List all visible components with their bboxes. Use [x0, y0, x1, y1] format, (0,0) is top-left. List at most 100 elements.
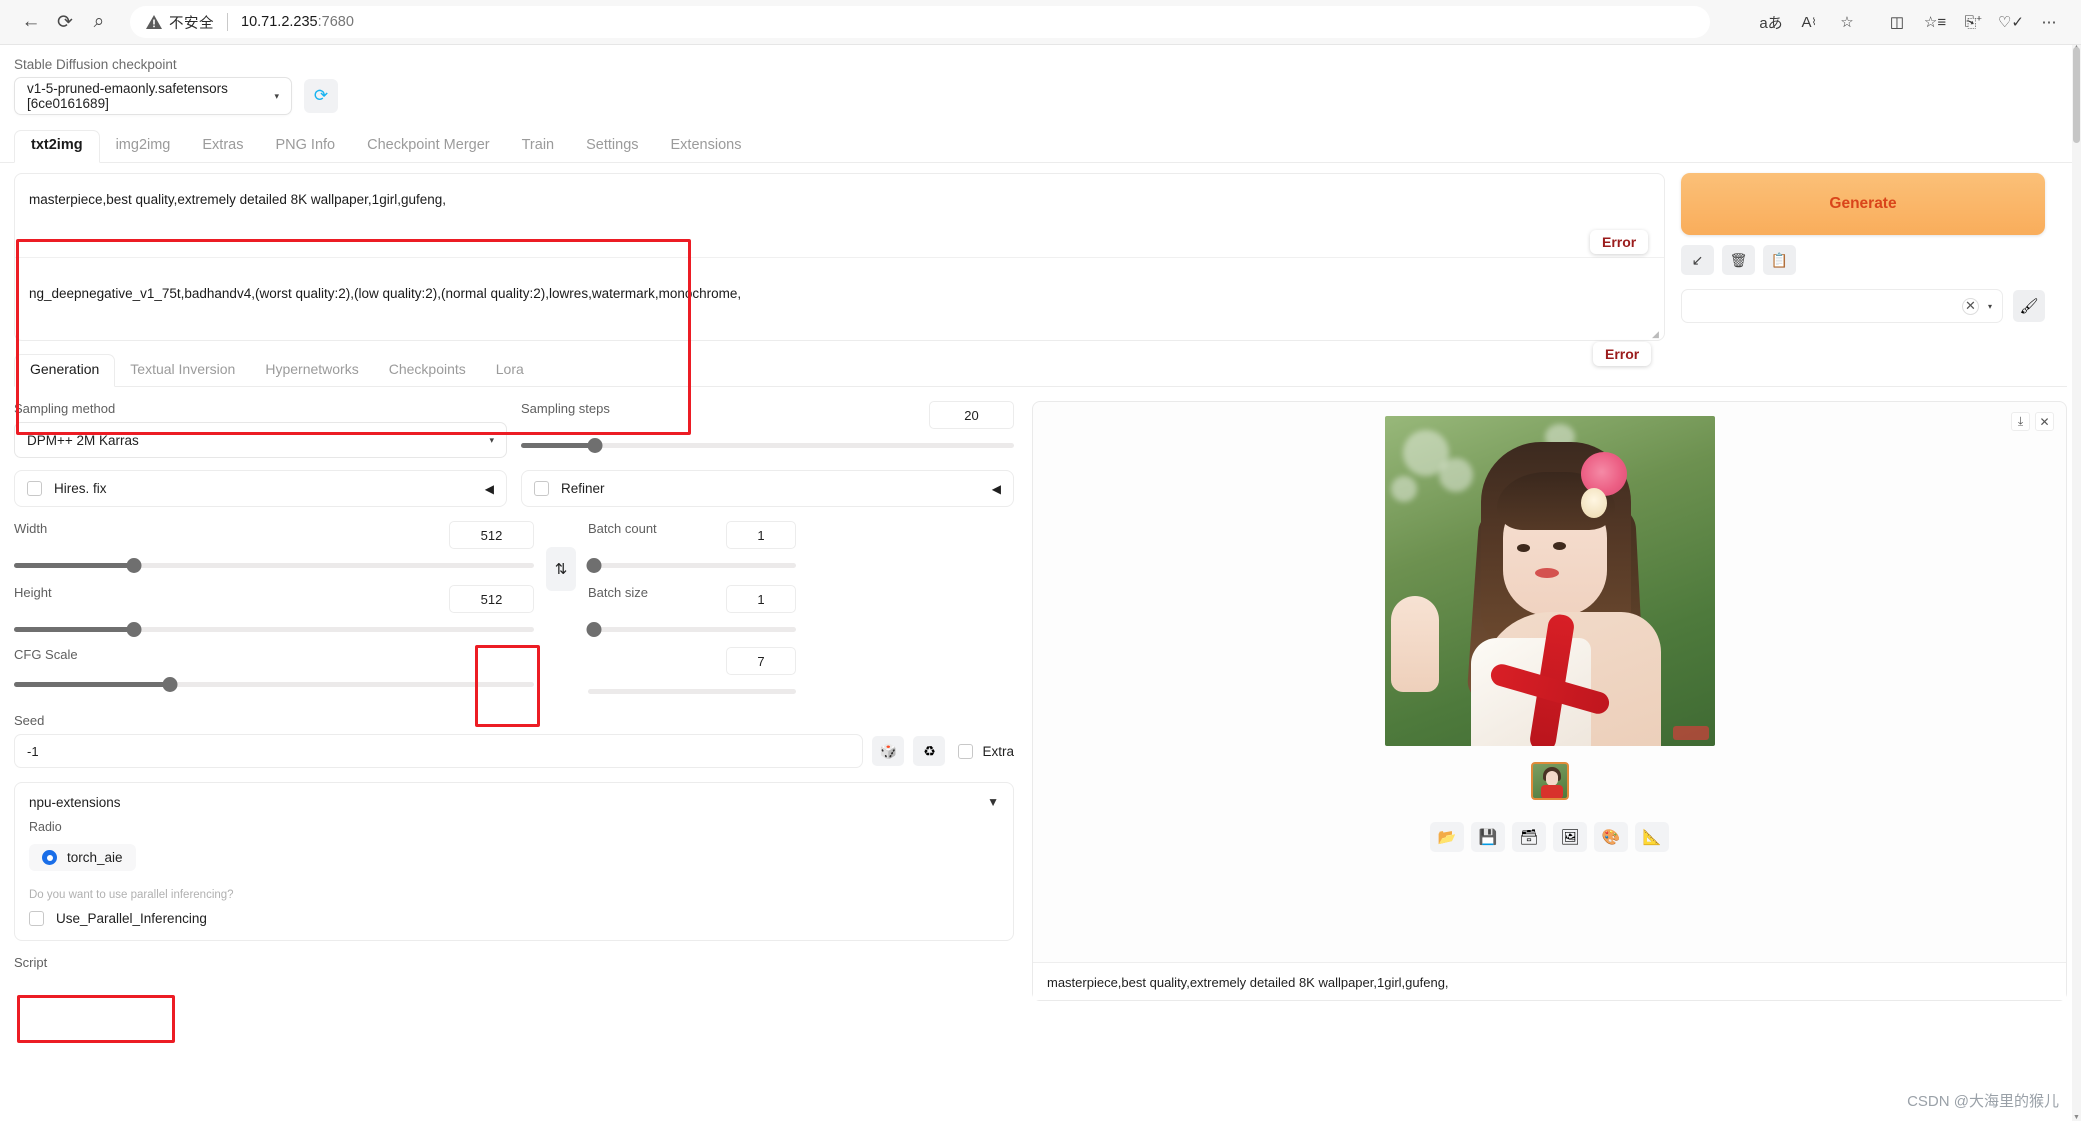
subtab-textual-inversion[interactable]: Textual Inversion — [115, 355, 250, 386]
paste-arrow-icon[interactable]: ↙ — [1681, 245, 1714, 275]
batch-count-slider[interactable] — [586, 557, 796, 573]
browser-toolbar: ← ⟳ ⌕ 不安全 10.71.2.235:7680 aあ A ⌇ ☆ ◫ ☆≡ … — [0, 0, 2081, 45]
sampling-method-label: Sampling method — [14, 401, 116, 416]
width-slider[interactable] — [14, 557, 534, 573]
folder-icon[interactable]: 📂 — [1430, 822, 1464, 852]
refiner-panel[interactable]: Refiner ◀ — [521, 470, 1014, 507]
refresh-icon[interactable]: ⟳ — [304, 79, 338, 113]
slider-knob[interactable] — [586, 558, 602, 573]
styles-select[interactable]: ✕ ▾ — [1681, 289, 2003, 323]
checkpoint-select[interactable]: v1-5-pruned-emaonly.safetensors [6ce0161… — [14, 77, 292, 115]
url-divider — [227, 13, 228, 31]
download-icon[interactable]: ⤓ — [2011, 412, 2030, 431]
extra-toggle[interactable]: Extra — [958, 743, 1014, 759]
close-x-icon[interactable]: ✕ — [2035, 412, 2054, 431]
tab-checkpoint-merger[interactable]: Checkpoint Merger — [351, 131, 506, 162]
slider-knob[interactable] — [162, 677, 178, 692]
slider-fill — [14, 682, 170, 687]
sampling-steps-slider[interactable] — [521, 437, 1014, 453]
width-input[interactable]: 512 — [449, 521, 534, 549]
subtab-generation[interactable]: Generation — [14, 354, 116, 387]
tab-extensions[interactable]: Extensions — [655, 131, 758, 162]
send-to-img2img-icon[interactable]: 🖼 — [1553, 822, 1587, 852]
batch-count-input[interactable]: 1 — [726, 521, 796, 549]
tab-txt2img[interactable]: txt2img — [14, 130, 100, 163]
address-bar[interactable]: 不安全 10.71.2.235:7680 — [130, 6, 1710, 38]
refiner-checkbox[interactable] — [534, 481, 549, 496]
send-to-inpaint-icon[interactable]: 🎨 — [1594, 822, 1628, 852]
scroll-down-arrow-icon[interactable]: ▼ — [2073, 1114, 2080, 1121]
height-slider[interactable] — [14, 621, 534, 637]
reload-icon[interactable]: ⟳ — [48, 5, 82, 39]
slider-knob[interactable] — [587, 438, 603, 453]
slider-fill — [14, 627, 134, 632]
fix-refiner-row: Hires. fix ◀ Refiner ◀ — [14, 458, 1014, 507]
recycle-icon[interactable]: ♻ — [913, 736, 946, 766]
batch-size-input[interactable]: 1 — [726, 585, 796, 613]
trash-icon[interactable]: 🗑 — [1722, 245, 1755, 275]
height-input[interactable]: 512 — [449, 585, 534, 613]
slider-knob[interactable] — [586, 622, 602, 637]
seed-label: Seed — [14, 713, 45, 728]
image-stage — [1033, 402, 2066, 746]
collapse-triangle-icon[interactable]: ◀ — [485, 482, 494, 496]
clipboard-icon[interactable]: 📋 — [1763, 245, 1796, 275]
collapse-triangle-icon[interactable]: ◀ — [992, 482, 1001, 496]
cfg-input[interactable]: 7 — [726, 647, 796, 675]
scrollbar-thumb[interactable] — [2073, 47, 2080, 143]
slider-knob[interactable] — [126, 622, 142, 637]
add-to-favorites-icon[interactable]: ⎘⁺ — [1955, 6, 1991, 38]
settings-more-icon[interactable]: ⋯ — [2031, 6, 2067, 38]
cfg-slider[interactable] — [14, 676, 534, 692]
tab-settings[interactable]: Settings — [570, 131, 654, 162]
back-arrow-icon[interactable]: ← — [14, 5, 48, 39]
subtab-checkpoints[interactable]: Checkpoints — [374, 355, 481, 386]
slider-knob[interactable] — [126, 558, 142, 573]
save-zip-icon[interactable]: 🗃 — [1512, 822, 1546, 852]
dice-icon[interactable]: 🎲 — [872, 736, 905, 766]
batch-count-label: Batch count — [588, 521, 657, 536]
collections-icon[interactable]: ☆≡ — [1917, 6, 1953, 38]
parallel-inferencing-checkbox[interactable] — [29, 911, 44, 926]
radio-option-torch-aie[interactable]: torch_aie — [29, 844, 136, 871]
tab-extras[interactable]: Extras — [186, 131, 259, 162]
read-aloud-icon[interactable]: A ⌇ — [1791, 6, 1827, 38]
slider-track — [588, 563, 796, 568]
save-icon[interactable]: 💾 — [1471, 822, 1505, 852]
search-icon[interactable]: ⌕ — [82, 5, 116, 39]
chevron-down-icon[interactable]: ▼ — [987, 795, 999, 809]
sampling-method-select[interactable]: DPM++ 2M Karras ▾ — [14, 422, 507, 458]
tab-img2img[interactable]: img2img — [100, 131, 187, 162]
favorite-star-icon[interactable]: ☆ — [1829, 6, 1865, 38]
subtab-lora[interactable]: Lora — [481, 355, 539, 386]
tab-train[interactable]: Train — [506, 131, 571, 162]
sampling-steps-input[interactable]: 20 — [929, 401, 1014, 429]
batch-size-slider[interactable] — [586, 621, 796, 637]
split-screen-icon[interactable]: ◫ — [1879, 6, 1915, 38]
extra-checkbox[interactable] — [958, 743, 974, 759]
image-thumbnail[interactable] — [1530, 762, 1569, 800]
browser-essentials-icon[interactable]: ♡✓ — [1993, 6, 2029, 38]
output-caption: masterpiece,best quality,extremely detai… — [1033, 962, 2066, 1000]
tab-png-info[interactable]: PNG Info — [259, 131, 351, 162]
page-scrollbar[interactable]: ▲ ▼ — [2072, 45, 2081, 1121]
resize-grip-icon[interactable]: ◢ — [1652, 329, 1662, 339]
send-to-extras-icon[interactable]: 📐 — [1635, 822, 1669, 852]
hires-fix-panel[interactable]: Hires. fix ◀ — [14, 470, 507, 507]
generated-image[interactable] — [1384, 416, 1715, 746]
parallel-inferencing-row[interactable]: Use_Parallel_Inferencing — [29, 911, 999, 926]
generate-button[interactable]: Generate — [1681, 173, 2045, 235]
negative-prompt-input[interactable]: ng_deepnegative_v1_75t,badhandv4,(worst … — [15, 257, 1664, 340]
subtab-hypernetworks[interactable]: Hypernetworks — [250, 355, 373, 386]
swap-dimensions-icon[interactable]: ⇅ — [546, 547, 576, 591]
hires-fix-checkbox[interactable] — [27, 481, 42, 496]
image-watermark — [1672, 726, 1709, 740]
positive-prompt-input[interactable]: masterpiece,best quality,extremely detai… — [15, 174, 1664, 257]
translate-icon[interactable]: aあ — [1753, 6, 1789, 38]
refiner-label: Refiner — [561, 481, 605, 496]
clear-x-icon[interactable]: ✕ — [1961, 297, 1979, 315]
seed-input[interactable]: -1 — [14, 734, 864, 768]
error-badge-negative: Error — [1593, 342, 1652, 366]
paintbrush-icon[interactable]: 🖌 — [2013, 290, 2045, 322]
sub-tab-bar: Generation Textual Inversion Hypernetwor… — [14, 353, 2067, 387]
